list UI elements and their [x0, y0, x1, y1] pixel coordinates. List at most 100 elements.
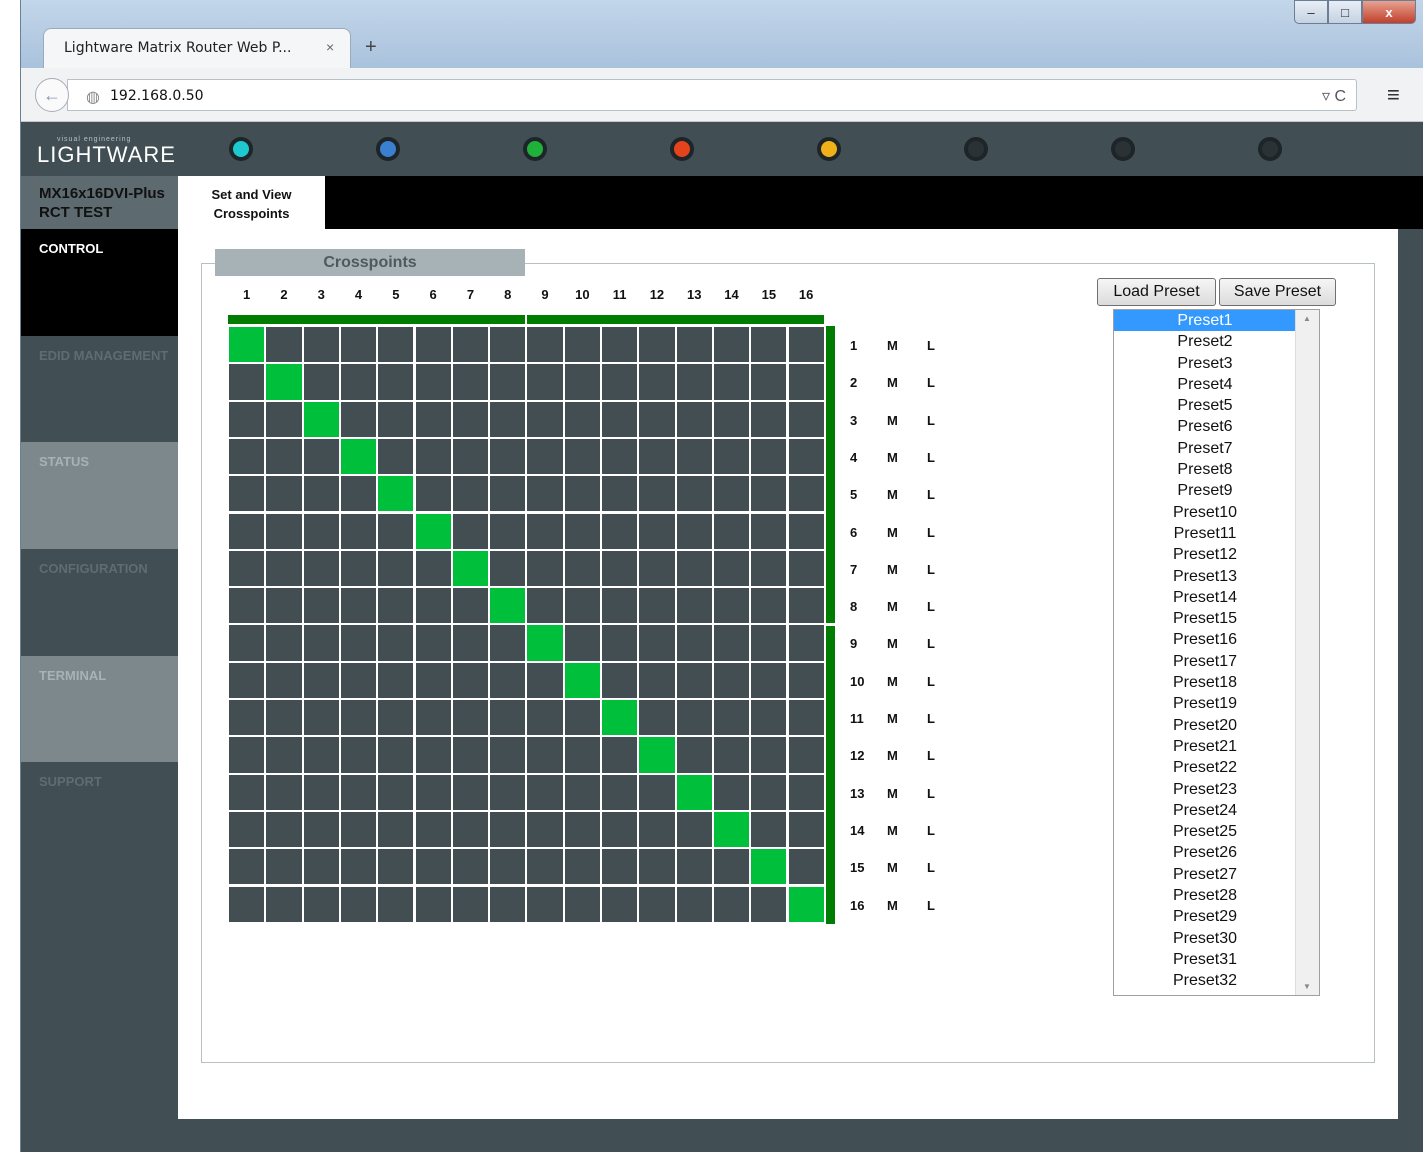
crosspoint-cell[interactable]	[602, 774, 638, 810]
crosspoint-cell[interactable]	[229, 588, 265, 624]
crosspoint-cell[interactable]	[378, 662, 414, 698]
crosspoint-cell[interactable]	[527, 588, 563, 624]
crosspoint-cell[interactable]	[564, 811, 600, 848]
crosspoint-cell[interactable]	[751, 550, 787, 587]
crosspoint-cell[interactable]	[340, 774, 377, 810]
crosspoint-cell[interactable]	[751, 513, 787, 549]
hamburger-menu-icon[interactable]: ≡	[1387, 82, 1400, 108]
crosspoint-cell[interactable]	[751, 476, 787, 512]
lock-button[interactable]: L	[927, 860, 935, 875]
crosspoint-cell[interactable]	[527, 737, 563, 773]
crosspoint-cell[interactable]	[266, 550, 302, 587]
back-button[interactable]: ←	[35, 78, 69, 112]
crosspoint-cell[interactable]	[266, 588, 302, 624]
preset-option[interactable]: Preset3	[1114, 353, 1296, 374]
crosspoint-cell[interactable]	[303, 662, 339, 698]
lock-button[interactable]: L	[927, 711, 935, 726]
crosspoint-cell[interactable]	[676, 550, 712, 587]
crosspoint-cell[interactable]	[639, 438, 675, 475]
crosspoint-cell[interactable]	[751, 364, 787, 400]
crosspoint-cell[interactable]	[490, 811, 526, 848]
crosspoint-cell[interactable]	[229, 849, 265, 885]
crosspoint-cell[interactable]	[415, 327, 451, 363]
mute-button[interactable]: M	[887, 823, 898, 838]
crosspoint-cell[interactable]	[378, 737, 414, 773]
crosspoint-cell[interactable]	[564, 327, 600, 363]
crosspoint-cell[interactable]	[751, 662, 787, 698]
mute-button[interactable]: M	[887, 786, 898, 801]
crosspoint-cell[interactable]	[266, 811, 302, 848]
crosspoint-cell[interactable]	[676, 513, 712, 549]
crosspoint-cell[interactable]	[713, 774, 750, 810]
mute-button[interactable]: M	[887, 413, 898, 428]
crosspoint-cell[interactable]	[676, 811, 712, 848]
crosspoint-cell[interactable]	[303, 438, 339, 475]
crosspoint-cell[interactable]	[415, 886, 451, 922]
crosspoint-cell[interactable]	[527, 700, 563, 736]
crosspoint-cell[interactable]	[303, 588, 339, 624]
mute-button[interactable]: M	[887, 487, 898, 502]
crosspoint-cell[interactable]	[415, 401, 451, 437]
crosspoint-cell[interactable]	[602, 737, 638, 773]
crosspoint-cell[interactable]	[303, 849, 339, 885]
crosspoint-cell[interactable]	[378, 774, 414, 810]
browser-tab[interactable]: Lightware Matrix Router Web P... ×	[43, 28, 351, 68]
lock-button[interactable]: L	[927, 636, 935, 651]
crosspoint-cell[interactable]	[490, 700, 526, 736]
sidebar-item-support[interactable]: SUPPORT	[21, 762, 178, 869]
preset-option[interactable]: Preset6	[1114, 416, 1296, 437]
lock-button[interactable]: L	[927, 487, 935, 502]
crosspoint-cell[interactable]	[639, 513, 675, 549]
crosspoint-cell[interactable]	[490, 513, 526, 549]
preset-option[interactable]: Preset14	[1114, 587, 1296, 608]
preset-option[interactable]: Preset4	[1114, 374, 1296, 395]
crosspoint-cell[interactable]	[415, 700, 451, 736]
crosspoint-cell[interactable]	[452, 774, 489, 810]
crosspoint-cell[interactable]	[266, 625, 302, 661]
crosspoint-cell[interactable]	[788, 438, 824, 475]
crosspoint-cell[interactable]	[602, 438, 638, 475]
sidebar-item-control[interactable]: CONTROL	[21, 229, 178, 336]
preset-option[interactable]: Preset22	[1114, 757, 1296, 778]
crosspoint-cell[interactable]	[527, 364, 563, 400]
save-preset-button[interactable]: Save Preset	[1219, 278, 1336, 306]
crosspoint-cell[interactable]	[452, 811, 489, 848]
preset-option[interactable]: Preset10	[1114, 502, 1296, 523]
preset-option[interactable]: Preset23	[1114, 779, 1296, 800]
crosspoint-cell[interactable]	[751, 774, 787, 810]
mute-button[interactable]: M	[887, 525, 898, 540]
crosspoint-cell[interactable]	[788, 700, 824, 736]
crosspoint-cell[interactable]	[452, 737, 489, 773]
tab-set-and-view-crosspoints[interactable]: Set and View Crosspoints	[178, 176, 325, 229]
crosspoint-cell[interactable]	[452, 588, 489, 624]
crosspoint-cell[interactable]	[229, 774, 265, 810]
crosspoint-cell[interactable]	[527, 513, 563, 549]
mute-button[interactable]: M	[887, 338, 898, 353]
crosspoint-cell[interactable]	[303, 774, 339, 810]
preset-option[interactable]: Preset17	[1114, 651, 1296, 672]
tab-close-icon[interactable]: ×	[326, 39, 334, 55]
preset-option[interactable]: Preset8	[1114, 459, 1296, 480]
preset-option[interactable]: Preset12	[1114, 544, 1296, 565]
crosspoint-cell[interactable]	[676, 476, 712, 512]
lock-button[interactable]: L	[927, 674, 935, 689]
crosspoint-cell[interactable]	[676, 588, 712, 624]
crosspoint-cell[interactable]	[415, 662, 451, 698]
crosspoint-cell[interactable]	[676, 625, 712, 661]
crosspoint-cell[interactable]	[602, 886, 638, 922]
crosspoint-cell[interactable]	[564, 849, 600, 885]
preset-option[interactable]: Preset29	[1114, 906, 1296, 927]
crosspoint-cell[interactable]	[751, 401, 787, 437]
crosspoint-cell[interactable]	[303, 401, 339, 437]
crosspoint-cell[interactable]	[452, 513, 489, 549]
crosspoint-cell[interactable]	[340, 476, 377, 512]
preset-option[interactable]: Preset5	[1114, 395, 1296, 416]
crosspoint-cell[interactable]	[415, 588, 451, 624]
crosspoint-cell[interactable]	[713, 737, 750, 773]
crosspoint-cell[interactable]	[452, 401, 489, 437]
crosspoint-cell[interactable]	[527, 886, 563, 922]
sidebar-item-edid-management[interactable]: EDID MANAGEMENT	[21, 336, 178, 443]
crosspoint-cell[interactable]	[788, 588, 824, 624]
crosspoint-cell[interactable]	[303, 476, 339, 512]
crosspoint-cell[interactable]	[751, 438, 787, 475]
